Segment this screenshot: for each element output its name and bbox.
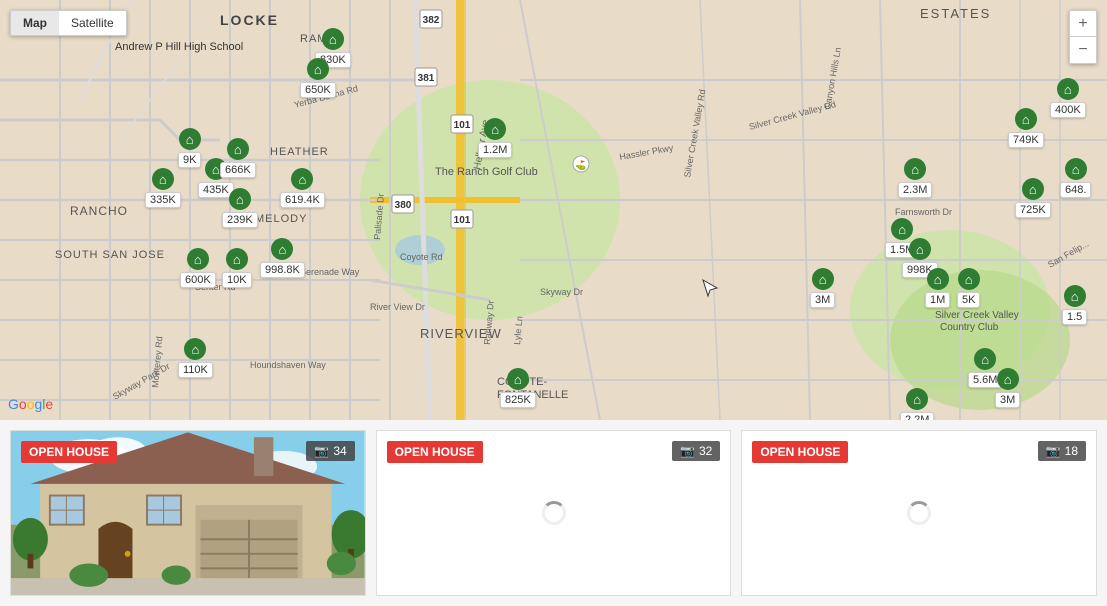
- svg-text:HEATHER: HEATHER: [270, 146, 329, 158]
- svg-text:Palisade Dr: Palisade Dr: [372, 193, 386, 240]
- svg-text:380: 380: [395, 200, 412, 211]
- marker-600k[interactable]: 600K: [180, 248, 216, 288]
- photo-count-1: 34: [333, 444, 346, 458]
- svg-text:Hassler Pkwy: Hassler Pkwy: [619, 143, 675, 162]
- photo-count-badge-1: 📷 34: [306, 441, 354, 461]
- marker-2-2m[interactable]: 2.2M: [900, 388, 934, 420]
- svg-text:RIVERVIEW: RIVERVIEW: [420, 326, 502, 341]
- satellite-button[interactable]: Satellite: [59, 11, 126, 35]
- photo-count-3: 18: [1065, 444, 1078, 458]
- svg-text:Country Club: Country Club: [940, 322, 999, 333]
- marker-110k[interactable]: 110K: [178, 338, 213, 378]
- svg-text:⛳: ⛳: [575, 159, 586, 171]
- zoom-out-button[interactable]: −: [1070, 37, 1096, 63]
- svg-text:LOCKE: LOCKE: [220, 12, 279, 28]
- svg-text:SOUTH SAN JOSE: SOUTH SAN JOSE: [55, 249, 165, 261]
- svg-text:382: 382: [423, 15, 440, 26]
- marker-239k[interactable]: 239K: [222, 188, 258, 228]
- listing-card-1[interactable]: OPEN HOUSE 📷 34: [10, 430, 366, 596]
- marker-3m-2[interactable]: 3M: [995, 368, 1020, 408]
- marker-725k[interactable]: 725K: [1015, 178, 1051, 218]
- school-name: Andrew P Hill High School: [115, 41, 243, 53]
- google-logo: Google: [8, 396, 53, 412]
- svg-text:Silver Creek Valley Rd: Silver Creek Valley Rd: [682, 89, 707, 179]
- map-container[interactable]: 101 101 380 381 382 LOCKE RAMPO RANCHO S…: [0, 0, 1107, 420]
- svg-text:Canyon Hills Ln: Canyon Hills Ln: [822, 47, 843, 111]
- camera-icon-1: 📷: [314, 444, 329, 458]
- svg-text:San Felip...: San Felip...: [1046, 238, 1090, 269]
- marker-648[interactable]: 648.: [1060, 158, 1091, 198]
- photo-count-2: 32: [699, 444, 712, 458]
- svg-text:MELODY: MELODY: [255, 213, 307, 225]
- listings-container: OPEN HOUSE 📷 34: [0, 420, 1107, 606]
- svg-text:The Ranch Golf Club: The Ranch Golf Club: [435, 166, 538, 178]
- svg-text:Lyle Ln: Lyle Ln: [512, 316, 524, 345]
- svg-text:101: 101: [454, 120, 471, 131]
- marker-1-5[interactable]: 1.5: [1062, 285, 1087, 325]
- svg-text:Serenade Way: Serenade Way: [300, 267, 360, 277]
- svg-text:Rahway Dr: Rahway Dr: [482, 300, 496, 345]
- svg-text:Houndshaven Way: Houndshaven Way: [250, 360, 326, 370]
- open-house-badge-2: OPEN HOUSE: [387, 441, 483, 463]
- map-cursor: [700, 278, 720, 303]
- marker-619k[interactable]: 619.4K: [280, 168, 325, 208]
- loading-spinner-3: [907, 501, 931, 525]
- svg-text:Skyway Park Dr: Skyway Park Dr: [111, 361, 171, 402]
- marker-666k[interactable]: 666K: [220, 138, 256, 178]
- marker-2-3m[interactable]: 2.3M: [898, 158, 932, 198]
- svg-text:Silver Creek Valley: Silver Creek Valley: [935, 310, 1019, 321]
- open-house-badge-3: OPEN HOUSE: [752, 441, 848, 463]
- photo-count-badge-3: 📷 18: [1038, 441, 1086, 461]
- marker-10k[interactable]: 10K: [222, 248, 252, 288]
- svg-text:RANCHO: RANCHO: [70, 204, 128, 218]
- svg-text:ESTATES: ESTATES: [920, 6, 991, 21]
- marker-825k[interactable]: 825K: [500, 368, 536, 408]
- svg-text:Skyway Dr: Skyway Dr: [540, 287, 583, 297]
- svg-text:Silver Creek Valley Rd: Silver Creek Valley Rd: [748, 99, 837, 132]
- marker-400k[interactable]: 400K: [1050, 78, 1086, 118]
- marker-1m[interactable]: 1M: [925, 268, 950, 308]
- map-type-toggle[interactable]: Map Satellite: [10, 10, 127, 36]
- svg-text:Coyote Rd: Coyote Rd: [400, 252, 443, 262]
- listing-card-2[interactable]: OPEN HOUSE 📷 32: [376, 430, 732, 596]
- marker-335k[interactable]: 335K: [145, 168, 181, 208]
- photo-count-badge-2: 📷 32: [672, 441, 720, 461]
- marker-3m-1[interactable]: 3M: [810, 268, 835, 308]
- zoom-in-button[interactable]: +: [1070, 11, 1096, 37]
- marker-9k[interactable]: 9K: [178, 128, 201, 168]
- map-button[interactable]: Map: [11, 11, 59, 35]
- marker-1-2m[interactable]: 1.2M: [478, 118, 512, 158]
- zoom-controls[interactable]: + −: [1069, 10, 1097, 64]
- camera-icon-2: 📷: [680, 444, 695, 458]
- marker-749k[interactable]: 749K: [1008, 108, 1044, 148]
- listing-card-3[interactable]: OPEN HOUSE 📷 18: [741, 430, 1097, 596]
- svg-text:Monterey Rd: Monterey Rd: [150, 336, 164, 388]
- school-label: Andrew P Hill High School: [115, 40, 243, 54]
- marker-650k[interactable]: 650K: [300, 58, 336, 98]
- loading-spinner-2: [542, 501, 566, 525]
- svg-text:101: 101: [454, 215, 471, 226]
- open-house-badge-1: OPEN HOUSE: [21, 441, 117, 463]
- svg-text:River View Dr: River View Dr: [370, 302, 425, 312]
- svg-text:Farnsworth Dr: Farnsworth Dr: [895, 207, 952, 217]
- marker-998k-2[interactable]: 998.8K: [260, 238, 305, 278]
- svg-text:381: 381: [418, 73, 435, 84]
- camera-icon-3: 📷: [1046, 444, 1061, 458]
- marker-5k[interactable]: 5K: [957, 268, 980, 308]
